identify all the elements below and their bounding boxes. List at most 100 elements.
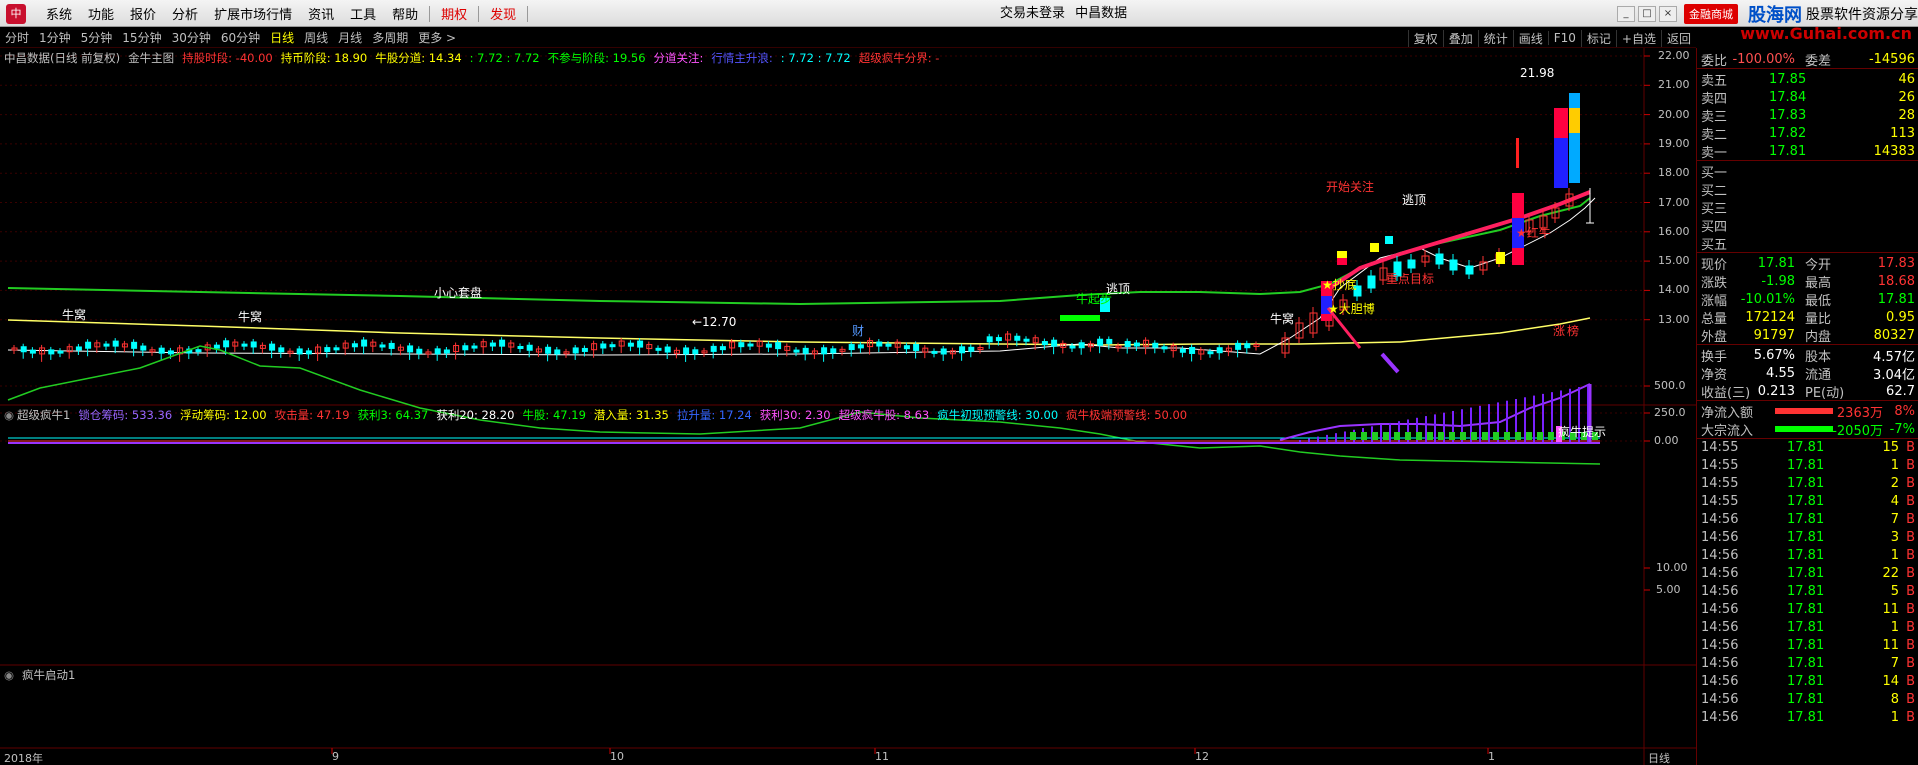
timeframe-tab[interactable]: 日线	[265, 29, 299, 46]
menu-item[interactable]: 帮助	[384, 4, 426, 23]
chart-tool-button[interactable]: 标记	[1580, 29, 1616, 47]
tick-time: 14:55	[1701, 440, 1739, 455]
bid-label: 买五	[1701, 237, 1728, 253]
candle-body	[443, 349, 450, 354]
ask-row[interactable]: 卖四 17.84 26	[1697, 88, 1918, 107]
candle-body	[324, 347, 331, 353]
timeframe-tab[interactable]: 1分钟	[34, 29, 76, 46]
menu-item[interactable]: 系统	[38, 4, 80, 23]
ask-row[interactable]: 卖三 17.83 28	[1697, 106, 1918, 125]
candle-body	[1106, 338, 1113, 344]
candle-body	[278, 347, 285, 353]
bid-row[interactable]: 买一	[1697, 162, 1918, 181]
candle-body	[1041, 341, 1048, 346]
chart-tool-button[interactable]: 复权	[1407, 29, 1443, 47]
chart-annotation: 牛窝	[1270, 312, 1295, 326]
sub-chart2-title: ◉ 疯牛启动1	[4, 668, 76, 682]
timeframe-tab[interactable]: 15分钟	[117, 29, 166, 46]
minimize-icon[interactable]: _	[1617, 5, 1635, 22]
candle-body	[103, 343, 110, 347]
brand-url: www.Guhai.com.cn	[1740, 24, 1912, 43]
quote-value: 4.55	[1766, 365, 1795, 381]
quote-row-commission: 委比 -100.00% 委差 -14596	[1697, 50, 1918, 69]
timeframe-tab[interactable]: 60分钟	[216, 29, 265, 46]
ask-row[interactable]: 卖五 17.85 46	[1697, 70, 1918, 89]
ma-line-white	[7, 197, 1596, 356]
chart-tool-button[interactable]: 叠加	[1442, 29, 1478, 47]
candle-body	[765, 343, 772, 348]
bid-row[interactable]: 买二	[1697, 180, 1918, 199]
ask-row[interactable]: 卖二 17.82 113	[1697, 124, 1918, 143]
bid-label: 买三	[1701, 201, 1728, 217]
candle-body	[968, 346, 975, 352]
panel-toggle-icon[interactable]: ◉	[4, 408, 14, 422]
login-status[interactable]: 交易未登录	[1000, 6, 1065, 21]
tick-row: 14:56 17.81 7 B	[1697, 656, 1918, 674]
tick-volume: 1	[1890, 458, 1899, 473]
volume-bar	[1537, 432, 1543, 440]
menu-item[interactable]: 工具	[342, 4, 384, 23]
bid-row[interactable]: 买五	[1697, 234, 1918, 253]
indicator-value: 潜入量: 31.35	[593, 408, 669, 422]
menu-item[interactable]: 报价	[122, 4, 164, 23]
close-icon[interactable]: ×	[1659, 5, 1677, 22]
candle-body	[581, 347, 588, 352]
restore-icon[interactable]: □	[1638, 5, 1656, 22]
timeframe-tab[interactable]: 更多 >	[413, 29, 461, 46]
ask-row[interactable]: 卖一 17.81 14383	[1697, 142, 1918, 161]
chart-annotation: 财	[852, 324, 865, 338]
chart-annotation: 重点目标	[1386, 272, 1435, 286]
finance-mall-button[interactable]: 金融商城	[1684, 3, 1738, 24]
x-tick-label: 9	[332, 750, 339, 763]
timeframe-tab[interactable]: 多周期	[367, 29, 413, 46]
timeframe-tab[interactable]: 月线	[333, 29, 367, 46]
timeframe-tab[interactable]: 周线	[299, 29, 333, 46]
bid-row[interactable]: 买三	[1697, 198, 1918, 217]
indicator-value: 锁仓筹码: 533.36	[78, 408, 173, 422]
chart-area[interactable]: 中昌数据(日线 前复权) 金牛主图 持股时段: -40.00 持币阶段: 18.90 牛…	[0, 48, 1696, 765]
menu-item-special[interactable]: 发现	[482, 4, 524, 23]
tick-volume: 7	[1890, 512, 1899, 527]
candle-body	[1078, 342, 1085, 349]
bid-row[interactable]: 买四	[1697, 216, 1918, 235]
quote-value: 5.67%	[1753, 347, 1795, 363]
candle-body	[738, 342, 745, 348]
indicator-value: 中昌数据(日线 前复权)	[4, 51, 121, 65]
flow-value: -2050万	[1832, 423, 1883, 439]
tick-time: 14:56	[1701, 692, 1739, 707]
tick-volume: 3	[1890, 530, 1899, 545]
y-tick-label: 16.00	[1658, 224, 1690, 238]
chart-annotation: 牛窝	[238, 310, 263, 324]
chart-tool-button[interactable]: 画线	[1512, 29, 1548, 47]
chart-tool-button[interactable]: 返回	[1660, 29, 1696, 47]
candle-body	[241, 343, 248, 347]
chart-tool-button[interactable]: 统计	[1477, 29, 1513, 47]
quote-value: 80327	[1873, 327, 1915, 343]
quote-label: 收益(三)	[1701, 385, 1751, 401]
signal-square	[1496, 252, 1505, 264]
tick-time: 14:55	[1701, 476, 1739, 491]
tick-side: B	[1906, 548, 1915, 563]
menu-item[interactable]: 资讯	[300, 4, 342, 23]
tick-side: B	[1906, 512, 1915, 527]
timeframe-tab[interactable]: 30分钟	[167, 29, 216, 46]
menu-item[interactable]: 功能	[80, 4, 122, 23]
tick-time: 14:56	[1701, 584, 1739, 599]
tick-row: 14:56 17.81 11 B	[1697, 602, 1918, 620]
tick-price: 17.81	[1787, 458, 1825, 473]
candle-body	[489, 342, 496, 347]
chart-tool-button[interactable]: F10	[1547, 31, 1581, 45]
timeframe-tab[interactable]: 5分钟	[76, 29, 118, 46]
sub-chart1-title: ◉ 超级疯牛1 锁仓筹码: 533.36 浮动筹码: 12.00 攻击量: 47.19 获…	[4, 407, 1195, 423]
quote-label: 今开	[1805, 257, 1832, 273]
menu-item[interactable]: 分析	[164, 4, 206, 23]
tick-time: 14:56	[1701, 566, 1739, 581]
volume-bar	[1394, 432, 1400, 440]
quote-value: 17.81	[1757, 255, 1795, 271]
menu-item[interactable]: 扩展市场行情	[206, 4, 300, 23]
candle-body	[333, 347, 340, 351]
menu-item-special[interactable]: 期权	[433, 4, 475, 23]
timeframe-tab[interactable]: 分时	[0, 29, 34, 46]
candle-body	[1179, 348, 1186, 353]
chart-tool-button[interactable]: +自选	[1615, 29, 1661, 47]
